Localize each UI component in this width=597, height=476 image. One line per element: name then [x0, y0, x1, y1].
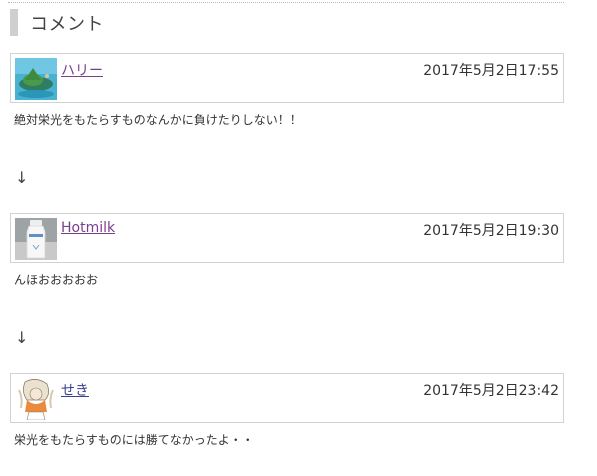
comment-item: せき 2017年5月2日23:42 栄光をもたらすものには勝てなかったよ・・: [10, 373, 564, 448]
comment-item: ハリー 2017年5月2日17:55 絶対栄光をもたらすものなんかに負けたりしな…: [10, 53, 564, 128]
comment-body: 栄光をもたらすものには勝てなかったよ・・: [14, 433, 254, 447]
top-divider: [8, 2, 564, 3]
comment-header: Hotmilk 2017年5月2日19:30: [10, 213, 564, 263]
section-accent-bar: [10, 9, 18, 36]
milk-bottle-avatar-icon: [15, 218, 57, 260]
comment-body: んほおおおおお: [14, 273, 99, 287]
down-arrow-separator: ↓: [15, 168, 29, 187]
down-arrow-separator: ↓: [15, 328, 29, 347]
comment-body: 絶対栄光をもたらすものなんかに負けたりしない！！: [14, 113, 302, 127]
anime-character-avatar-icon: [15, 378, 57, 420]
comment-date: 2017年5月2日23:42: [423, 383, 559, 399]
island-avatar-icon: [15, 58, 57, 100]
comment-header: ハリー 2017年5月2日17:55: [10, 53, 564, 103]
comment-date: 2017年5月2日19:30: [423, 223, 559, 239]
comment-date: 2017年5月2日17:55: [423, 63, 559, 79]
comment-header: せき 2017年5月2日23:42: [10, 373, 564, 423]
comments-page: コメント ハリー 2017年5月2日17:55 絶対栄光をもたらすものなんかに負…: [0, 0, 597, 476]
comment-author-link[interactable]: Hotmilk: [61, 220, 115, 236]
section-title: コメント: [30, 13, 104, 35]
comment-author-link[interactable]: せき: [61, 380, 89, 400]
comment-author-link[interactable]: ハリー: [61, 60, 103, 80]
comment-item: Hotmilk 2017年5月2日19:30 んほおおおおお: [10, 213, 564, 288]
section-header: コメント: [10, 9, 104, 36]
